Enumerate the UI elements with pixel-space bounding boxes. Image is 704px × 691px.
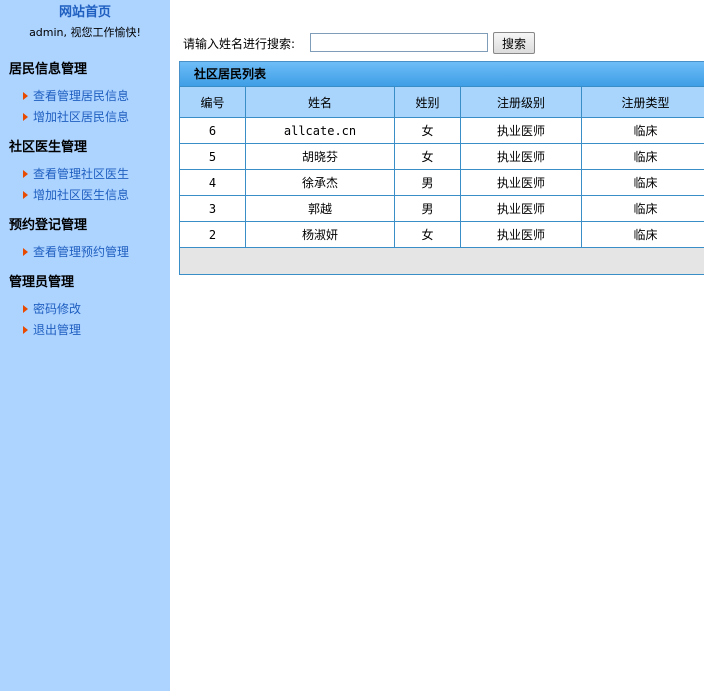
sidebar-item-label: 增加社区居民信息 xyxy=(33,110,130,124)
sidebar-item-label: 查看管理预约管理 xyxy=(33,245,130,259)
cell-level: 执业医师 xyxy=(460,195,582,222)
column-header-name: 姓名 xyxy=(245,86,395,118)
table-header-row: 编号 姓名 姓别 注册级别 注册类型 xyxy=(179,86,704,118)
home-link[interactable]: 网站首页 xyxy=(0,1,170,20)
sidebar-item-label: 退出管理 xyxy=(33,323,82,337)
sidebar: 网站首页 admin, 视您工作愉快! 居民信息管理 查看管理居民信息 增加社区… xyxy=(0,0,170,691)
table-footer xyxy=(179,248,704,275)
welcome-text: admin, 视您工作愉快! xyxy=(29,26,141,39)
arrow-right-icon xyxy=(23,170,28,178)
section-title: 社区医生管理 xyxy=(9,140,88,155)
cell-gender: 女 xyxy=(394,143,461,170)
cell-id: 3 xyxy=(179,195,246,222)
column-header-level: 注册级别 xyxy=(460,86,582,118)
sidebar-item-view-doctors[interactable]: 查看管理社区医生 xyxy=(0,164,170,185)
sidebar-item-view-residents[interactable]: 查看管理居民信息 xyxy=(0,86,170,107)
sidebar-item-label: 增加社区医生信息 xyxy=(33,188,130,202)
sidebar-item-add-resident[interactable]: 增加社区居民信息 xyxy=(0,107,170,128)
arrow-right-icon xyxy=(23,191,28,199)
sidebar-section-residents: 居民信息管理 查看管理居民信息 增加社区居民信息 xyxy=(0,58,170,128)
search-label: 请输入姓名进行搜索: xyxy=(183,37,296,51)
cell-id: 6 xyxy=(179,117,246,144)
cell-type: 临床 xyxy=(581,221,704,248)
cell-gender: 女 xyxy=(394,221,461,248)
section-title: 管理员管理 xyxy=(9,275,75,290)
sidebar-section-appointments: 预约登记管理 查看管理预约管理 xyxy=(0,214,170,263)
cell-name: allcate.cn xyxy=(245,117,395,144)
sidebar-section-admin: 管理员管理 密码修改 退出管理 xyxy=(0,271,170,341)
section-title: 居民信息管理 xyxy=(9,62,88,77)
cell-gender: 男 xyxy=(394,169,461,196)
cell-gender: 男 xyxy=(394,195,461,222)
table-row: 3 郭越 男 执业医师 临床 xyxy=(179,195,704,222)
cell-name: 徐承杰 xyxy=(245,169,395,196)
cell-id: 4 xyxy=(179,169,246,196)
cell-name: 胡晓芬 xyxy=(245,143,395,170)
arrow-right-icon xyxy=(23,326,28,334)
sidebar-item-change-password[interactable]: 密码修改 xyxy=(0,299,170,320)
column-header-gender: 姓别 xyxy=(394,86,461,118)
resident-list-panel: 社区居民列表 编号 姓名 姓别 注册级别 注册类型 6 allcate.cn 女… xyxy=(179,61,704,275)
sidebar-item-view-appointments[interactable]: 查看管理预约管理 xyxy=(0,242,170,263)
column-header-id: 编号 xyxy=(179,86,246,118)
cell-type: 临床 xyxy=(581,143,704,170)
cell-level: 执业医师 xyxy=(460,221,582,248)
search-input[interactable] xyxy=(310,33,488,52)
cell-type: 临床 xyxy=(581,169,704,196)
cell-name: 郭越 xyxy=(245,195,395,222)
sidebar-item-label: 查看管理居民信息 xyxy=(33,89,130,103)
sidebar-item-logout[interactable]: 退出管理 xyxy=(0,320,170,341)
cell-name: 杨淑妍 xyxy=(245,221,395,248)
resident-table: 编号 姓名 姓别 注册级别 注册类型 6 allcate.cn 女 执业医师 临… xyxy=(179,86,704,248)
table-row: 4 徐承杰 男 执业医师 临床 xyxy=(179,169,704,196)
cell-type: 临床 xyxy=(581,117,704,144)
cell-level: 执业医师 xyxy=(460,169,582,196)
arrow-right-icon xyxy=(23,113,28,121)
panel-title: 社区居民列表 xyxy=(179,61,704,86)
table-row: 6 allcate.cn 女 执业医师 临床 xyxy=(179,117,704,144)
sidebar-item-label: 密码修改 xyxy=(33,302,82,316)
arrow-right-icon xyxy=(23,305,28,313)
table-row: 5 胡晓芬 女 执业医师 临床 xyxy=(179,143,704,170)
section-title: 预约登记管理 xyxy=(9,218,88,233)
cell-id: 5 xyxy=(179,143,246,170)
sidebar-item-add-doctor[interactable]: 增加社区医生信息 xyxy=(0,185,170,206)
search-button[interactable]: 搜索 xyxy=(493,32,535,54)
cell-type: 临床 xyxy=(581,195,704,222)
arrow-right-icon xyxy=(23,248,28,256)
table-row: 2 杨淑妍 女 执业医师 临床 xyxy=(179,221,704,248)
cell-gender: 女 xyxy=(394,117,461,144)
cell-level: 执业医师 xyxy=(460,117,582,144)
column-header-type: 注册类型 xyxy=(581,86,704,118)
arrow-right-icon xyxy=(23,92,28,100)
cell-id: 2 xyxy=(179,221,246,248)
sidebar-item-label: 查看管理社区医生 xyxy=(33,167,130,181)
cell-level: 执业医师 xyxy=(460,143,582,170)
sidebar-section-doctors: 社区医生管理 查看管理社区医生 增加社区医生信息 xyxy=(0,136,170,206)
